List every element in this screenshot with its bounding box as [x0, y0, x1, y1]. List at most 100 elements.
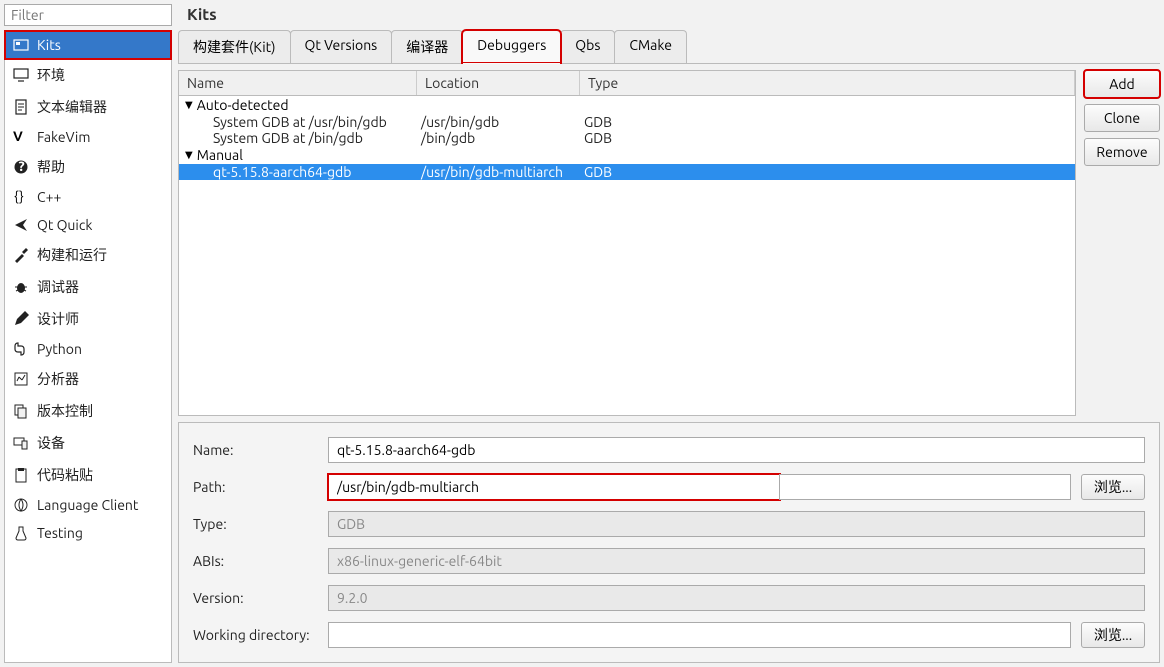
path-label: Path: [193, 479, 318, 495]
clone-button[interactable]: Clone [1084, 104, 1160, 132]
sidebar-item-kits[interactable]: Kits [5, 31, 171, 59]
sidebar-item-label: 环境 [37, 65, 65, 85]
svg-text:{}: {} [14, 189, 24, 204]
column-header-type[interactable]: Type [580, 71, 1075, 95]
python-icon [13, 341, 29, 357]
cell-location: /usr/bin/gdb-multiarch [417, 164, 580, 180]
cpp-icon: {} [13, 189, 29, 205]
sidebar-item-label: 代码粘贴 [37, 465, 93, 485]
devices-icon [13, 435, 29, 451]
working-directory-label: Working directory: [193, 627, 318, 643]
sidebar-item-analyzer[interactable]: 分析器 [5, 363, 171, 395]
arrow-icon [13, 217, 29, 233]
monitor-icon [13, 67, 29, 83]
browse-path-button[interactable]: 浏览... [1081, 474, 1145, 500]
sidebar-item-label: 分析器 [37, 369, 79, 389]
clipboard-icon [13, 467, 29, 483]
group-manual[interactable]: ▼ Manual [179, 146, 1075, 164]
tab-debuggers[interactable]: Debuggers [462, 30, 561, 63]
cell-type: GDB [580, 114, 1075, 130]
sidebar-item-fakevim[interactable]: V FakeVim [5, 123, 171, 151]
help-icon: ? [13, 159, 29, 175]
page-title: Kits [187, 6, 217, 24]
group-label: Auto-detected [197, 97, 289, 113]
vcs-icon [13, 403, 29, 419]
sidebar-item-label: 设备 [37, 433, 65, 453]
name-label: Name: [193, 442, 318, 458]
column-header-location[interactable]: Location [417, 71, 580, 95]
sidebar-item-label: FakeVim [37, 129, 90, 145]
sidebar-item-build-run[interactable]: 构建和运行 [5, 239, 171, 271]
svg-text:V: V [13, 129, 23, 144]
sidebar-item-qtquick[interactable]: Qt Quick [5, 211, 171, 239]
sidebar-item-label: Testing [37, 525, 83, 541]
sidebar-item-devices[interactable]: 设备 [5, 427, 171, 459]
sidebar-item-debugger[interactable]: 调试器 [5, 271, 171, 303]
sidebar-item-text-editor[interactable]: 文本编辑器 [5, 91, 171, 123]
remove-button[interactable]: Remove [1084, 138, 1160, 166]
sidebar-item-label: 文本编辑器 [37, 97, 107, 117]
debugger-form: Name: Path: 浏览... Type: ABIs: [178, 422, 1160, 663]
pencil-icon [13, 311, 29, 327]
name-input[interactable] [328, 437, 1145, 463]
sidebar-item-testing[interactable]: Testing [5, 519, 171, 547]
tab-kit[interactable]: 构建套件(Kit) [178, 30, 291, 63]
sidebar-item-label: Language Client [37, 497, 138, 513]
sidebar-item-label: Kits [37, 37, 61, 53]
filter-input[interactable] [4, 4, 172, 26]
cell-type: GDB [580, 130, 1075, 146]
sidebar-item-cpp[interactable]: {} C++ [5, 183, 171, 211]
abis-label: ABIs: [193, 553, 318, 569]
sidebar-item-paste[interactable]: 代码粘贴 [5, 459, 171, 491]
abis-value [328, 548, 1145, 574]
version-value [328, 585, 1145, 611]
sidebar-item-designer[interactable]: 设计师 [5, 303, 171, 335]
bug-icon [13, 279, 29, 295]
tab-qt-versions[interactable]: Qt Versions [290, 30, 393, 63]
path-input-extra[interactable] [779, 474, 1071, 500]
sidebar-item-language-client[interactable]: Language Client [5, 491, 171, 519]
column-header-name[interactable]: Name [179, 71, 417, 95]
sidebar-item-vcs[interactable]: 版本控制 [5, 395, 171, 427]
type-label: Type: [193, 516, 318, 532]
sidebar-item-label: 调试器 [37, 277, 79, 297]
sidebar-item-python[interactable]: Python [5, 335, 171, 363]
table-row[interactable]: System GDB at /bin/gdb /bin/gdb GDB [179, 130, 1075, 146]
sidebar: Kits 环境 文本编辑器 V FakeVim ? 帮助 {} C++ Qt Q… [4, 30, 172, 663]
sidebar-item-label: Python [37, 341, 82, 357]
table-row[interactable]: System GDB at /usr/bin/gdb /usr/bin/gdb … [179, 114, 1075, 130]
sidebar-item-environment[interactable]: 环境 [5, 59, 171, 91]
cell-location: /bin/gdb [417, 130, 580, 146]
language-icon [13, 497, 29, 513]
svg-text:?: ? [19, 159, 25, 174]
fakevim-icon: V [13, 129, 29, 145]
cell-type: GDB [580, 164, 1075, 180]
tab-cmake[interactable]: CMake [614, 30, 687, 63]
tab-compilers[interactable]: 编译器 [391, 30, 463, 63]
working-directory-input[interactable] [328, 622, 1071, 648]
browse-wd-button[interactable]: 浏览... [1081, 622, 1145, 648]
sidebar-item-label: 帮助 [37, 157, 65, 177]
kits-icon [13, 37, 29, 53]
cell-name: System GDB at /usr/bin/gdb [209, 114, 417, 130]
table-row[interactable]: qt-5.15.8-aarch64-gdb /usr/bin/gdb-multi… [179, 164, 1075, 180]
sidebar-item-help[interactable]: ? 帮助 [5, 151, 171, 183]
cell-name: System GDB at /bin/gdb [209, 130, 417, 146]
cell-location: /usr/bin/gdb [417, 114, 580, 130]
path-input[interactable] [328, 474, 780, 500]
tab-qbs[interactable]: Qbs [560, 30, 615, 63]
hammer-icon [13, 247, 29, 263]
group-auto-detected[interactable]: ▼ Auto-detected [179, 96, 1075, 114]
cell-name: qt-5.15.8-aarch64-gdb [209, 164, 417, 180]
sidebar-item-label: 版本控制 [37, 401, 93, 421]
chevron-down-icon: ▼ [185, 99, 193, 111]
sidebar-item-label: Qt Quick [37, 217, 92, 233]
type-value [328, 511, 1145, 537]
document-icon [13, 99, 29, 115]
add-button[interactable]: Add [1084, 70, 1160, 98]
sidebar-item-label: 设计师 [37, 309, 79, 329]
flask-icon [13, 525, 29, 541]
tabs: 构建套件(Kit) Qt Versions 编译器 Debuggers Qbs … [178, 30, 1160, 64]
debuggers-table: Name Location Type ▼ Auto-detected Syste… [178, 70, 1076, 416]
version-label: Version: [193, 590, 318, 606]
